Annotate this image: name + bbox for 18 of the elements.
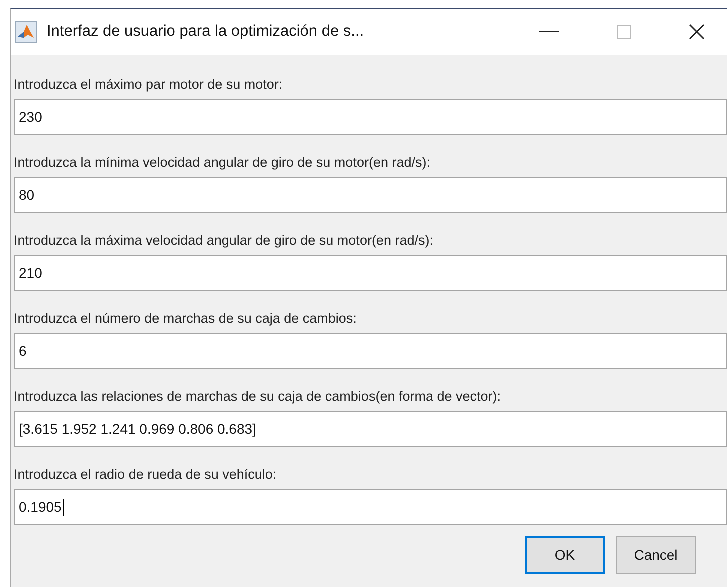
minimize-icon[interactable] [539, 31, 559, 33]
input-field[interactable]: 210 [14, 255, 727, 291]
prompt-label: Introduzca el radio de rueda de su vehículo: [14, 466, 277, 484]
prompt-label: Introduzca la mínima velocidad angular de giro de su motor(en rad/s): [14, 154, 430, 172]
prompt-label: Introduzca el máximo par motor de su motor: [14, 76, 283, 94]
input-field[interactable]: [3.615 1.952 1.241 0.969 0.806 0.683] [14, 411, 727, 447]
app-icon [15, 21, 37, 43]
cancel-button[interactable]: Cancel [616, 536, 696, 574]
input-field[interactable]: 80 [14, 177, 727, 213]
prompt-label: Introduzca el número de marchas de su caja de cambios: [14, 310, 357, 328]
prompt-label: Introduzca la máxima velocidad angular de giro de su motor(en rad/s): [14, 232, 434, 250]
ok-button[interactable]: OK [525, 536, 605, 574]
window-title: Interfaz de usuario para la optimización de s... [47, 23, 364, 41]
input-field[interactable]: 0.1905 [14, 489, 727, 525]
close-icon[interactable] [689, 24, 705, 40]
input-field[interactable]: 6 [14, 333, 727, 369]
prompt-label: Introduzca las relaciones de marchas de su caja de cambios(en forma de vector): [14, 388, 501, 406]
input-field[interactable]: 230 [14, 99, 727, 135]
